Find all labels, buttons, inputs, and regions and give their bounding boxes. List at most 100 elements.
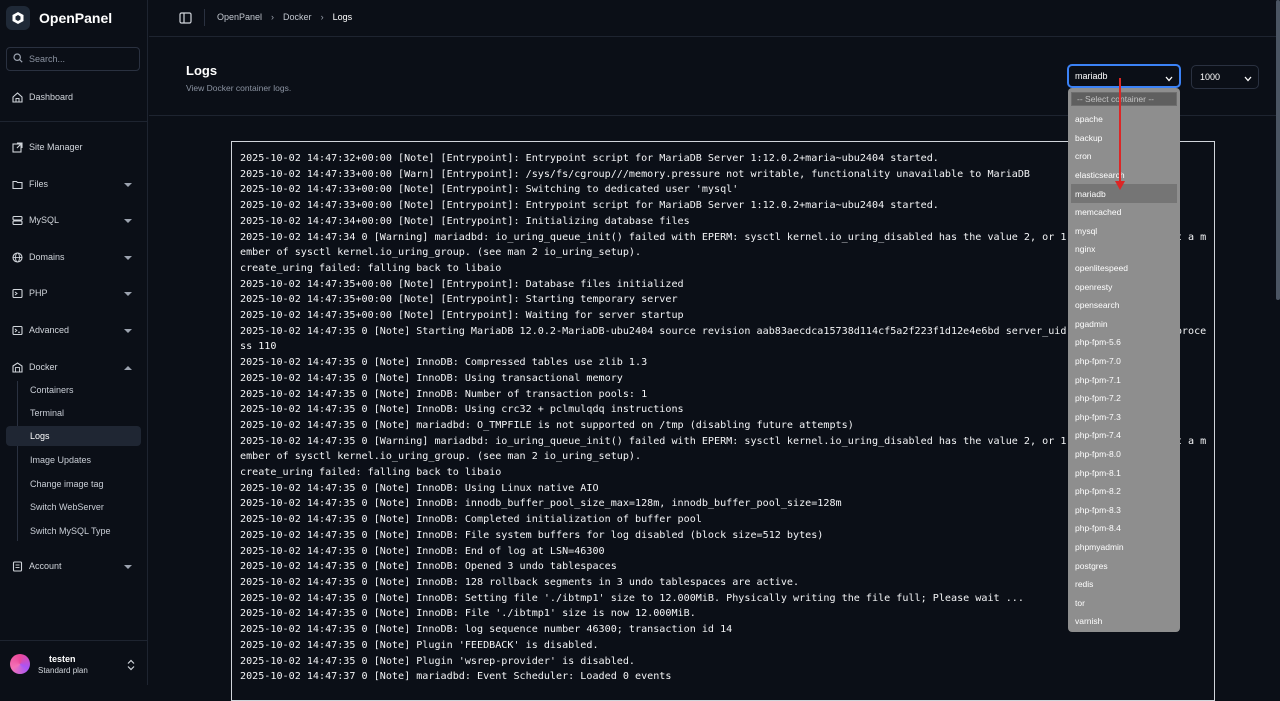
dropdown-option-mariadb[interactable]: mariadb — [1071, 184, 1177, 203]
page-subtitle: View Docker container logs. — [186, 83, 292, 93]
chevron-down-icon — [1244, 74, 1252, 84]
chevron-updown-icon — [127, 658, 135, 676]
dropdown-option-php-fpm-8-3[interactable]: php-fpm-8.3 — [1071, 500, 1177, 519]
dropdown-option-php-fpm-7-4[interactable]: php-fpm-7.4 — [1071, 426, 1177, 445]
log-line: 2025-10-02 14:47:37 0 [Note] mariadbd: E… — [240, 671, 672, 683]
dropdown-option-openresty[interactable]: openresty — [1071, 277, 1177, 296]
sidebar-item-advanced[interactable]: Advanced — [6, 319, 142, 341]
sidebar-subitem-switch-mysql-type[interactable]: Switch MySQL Type — [24, 521, 140, 541]
sidebar-subitem-terminal[interactable]: Terminal — [24, 403, 140, 423]
dropdown-option-nginx[interactable]: nginx — [1071, 240, 1177, 259]
dropdown-option-tor[interactable]: tor — [1071, 593, 1177, 612]
dropdown-placeholder-option[interactable]: -- Select container -- — [1071, 92, 1177, 106]
dropdown-option-php-fpm-8-2[interactable]: php-fpm-8.2 — [1071, 482, 1177, 501]
dropdown-option-pgadmin[interactable]: pgadmin — [1071, 315, 1177, 334]
chevron-right-icon: › — [271, 12, 275, 22]
sidebar-item-label: Docker — [29, 362, 58, 372]
container-dropdown-list[interactable]: -- Select container -- apache backup cron e… — [1068, 88, 1180, 632]
breadcrumb: OpenPanel › Docker › Logs — [217, 12, 352, 22]
folder-icon — [10, 177, 24, 191]
sidebar-subitem-switch-webserver[interactable]: Switch WebServer — [24, 497, 140, 517]
divider — [204, 9, 205, 26]
log-line: 2025-10-02 14:47:33+00:00 [Note] [Entryp… — [240, 184, 739, 196]
code-icon — [10, 323, 24, 337]
dropdown-option-postgres[interactable]: postgres — [1071, 556, 1177, 575]
chevron-down-icon — [124, 253, 132, 263]
log-lines: 2025-10-02 14:47:32+00:00 [Note] [Entryp… — [240, 151, 1208, 685]
log-line: 2025-10-02 14:47:35+00:00 [Note] [Entryp… — [240, 278, 684, 290]
dropdown-option-apache[interactable]: apache — [1071, 110, 1177, 129]
dropdown-option-phpmyadmin[interactable]: phpmyadmin — [1071, 538, 1177, 557]
page-scrollbar[interactable] — [1276, 0, 1280, 300]
chevron-up-icon — [124, 363, 132, 373]
sidebar-search[interactable] — [6, 47, 140, 71]
log-line: 2025-10-02 14:47:35 0 [Note] InnoDB: Com… — [240, 357, 648, 369]
user-menu[interactable]: testen Standard plan — [0, 640, 148, 685]
dropdown-option-php-fpm-5-6[interactable]: php-fpm-5.6 — [1071, 333, 1177, 352]
brand[interactable]: OpenPanel — [6, 6, 112, 30]
dropdown-option-mysql[interactable]: mysql — [1071, 222, 1177, 241]
sidebar-item-docker[interactable]: Docker — [6, 356, 142, 378]
sidebar-item-label: Site Manager — [29, 142, 83, 152]
dropdown-option-openlitespeed[interactable]: openlitespeed — [1071, 259, 1177, 278]
sidebar-item-label: Domains — [29, 252, 65, 262]
dropdown-option-redis[interactable]: redis — [1071, 575, 1177, 594]
user-plan: Standard plan — [38, 666, 88, 675]
container-select-value: mariadb — [1075, 71, 1108, 81]
lines-select-value: 1000 — [1200, 72, 1221, 82]
sidebar-item-php[interactable]: PHP — [6, 282, 142, 304]
dropdown-option-cron[interactable]: cron — [1071, 147, 1177, 166]
docker-subnav-line — [17, 381, 18, 541]
sidebar-item-files[interactable]: Files — [6, 173, 142, 195]
log-line: 2025-10-02 14:47:35 0 [Note] InnoDB: End… — [240, 545, 605, 557]
sidebar-subitem-image-updates[interactable]: Image Updates — [24, 450, 140, 470]
chevron-right-icon: › — [320, 12, 324, 22]
chevron-down-icon — [124, 562, 132, 572]
sidebar-item-account[interactable]: Account — [6, 555, 142, 577]
search-icon — [13, 50, 23, 68]
log-line: 2025-10-02 14:47:35 0 [Note] InnoDB: inn… — [240, 498, 842, 510]
sidebar-subitem-change-image-tag[interactable]: Change image tag — [24, 474, 140, 494]
dropdown-option-php-fpm-8-0[interactable]: php-fpm-8.0 — [1071, 445, 1177, 464]
globe-icon — [10, 250, 24, 264]
breadcrumb-item-docker[interactable]: Docker — [283, 12, 312, 22]
dropdown-option-elasticsearch[interactable]: elasticsearch — [1071, 166, 1177, 185]
sidebar-subitem-logs[interactable]: Logs — [6, 426, 141, 446]
sidebar-item-dashboard[interactable]: Dashboard — [6, 86, 142, 108]
chevron-down-icon — [1165, 74, 1173, 84]
search-input[interactable] — [29, 54, 129, 64]
sidebar-item-site-manager[interactable]: Site Manager — [6, 136, 142, 158]
dropdown-option-php-fpm-7-3[interactable]: php-fpm-7.3 — [1071, 408, 1177, 427]
sidebar-item-domains[interactable]: Domains — [6, 246, 142, 268]
log-line: 2025-10-02 14:47:35 0 [Note] InnoDB: Fil… — [240, 608, 696, 620]
log-line: 2025-10-02 14:47:35 0 [Note] InnoDB: Usi… — [240, 482, 599, 494]
breadcrumb-item-logs: Logs — [332, 12, 353, 22]
breadcrumb-item-openpanel[interactable]: OpenPanel — [217, 12, 262, 22]
dropdown-option-backup[interactable]: backup — [1071, 129, 1177, 148]
log-line: 2025-10-02 14:47:35 0 [Note] Plugin 'wsr… — [240, 655, 636, 667]
dropdown-option-memcached[interactable]: memcached — [1071, 203, 1177, 222]
lines-select[interactable]: 1000 — [1191, 65, 1259, 89]
sidebar-item-label: PHP — [29, 288, 48, 298]
log-line: 2025-10-02 14:47:35 0 [Note] InnoDB: Ope… — [240, 561, 617, 573]
sidebar-item-label: Dashboard — [29, 92, 74, 102]
sidebar-subitem-containers[interactable]: Containers — [24, 380, 140, 400]
sidebar-item-mysql[interactable]: MySQL — [6, 209, 142, 231]
dropdown-option-php-fpm-7-2[interactable]: php-fpm-7.2 — [1071, 389, 1177, 408]
dropdown-option-opensearch[interactable]: opensearch — [1071, 296, 1177, 315]
dropdown-option-php-fpm-8-4[interactable]: php-fpm-8.4 — [1071, 519, 1177, 538]
log-line: 2025-10-02 14:47:35 0 [Note] InnoDB: Num… — [240, 388, 648, 400]
container-select[interactable]: mariadb — [1067, 64, 1181, 88]
external-link-icon — [10, 140, 24, 154]
dropdown-option-varnish[interactable]: varnish — [1071, 612, 1177, 631]
log-line: 2025-10-02 14:47:33+00:00 [Note] [Entryp… — [240, 200, 939, 212]
sidebar-toggle-icon[interactable] — [179, 11, 192, 29]
sidebar-item-label: Account — [29, 561, 62, 571]
dropdown-option-php-fpm-7-1[interactable]: php-fpm-7.1 — [1071, 370, 1177, 389]
log-line: 2025-10-02 14:47:32+00:00 [Note] [Entryp… — [240, 153, 939, 164]
sidebar-item-label: Files — [29, 179, 49, 189]
user-name: testen — [49, 654, 76, 664]
dropdown-option-php-fpm-7-0[interactable]: php-fpm-7.0 — [1071, 352, 1177, 371]
dropdown-option-php-fpm-8-1[interactable]: php-fpm-8.1 — [1071, 463, 1177, 482]
brand-name: OpenPanel — [39, 10, 113, 26]
